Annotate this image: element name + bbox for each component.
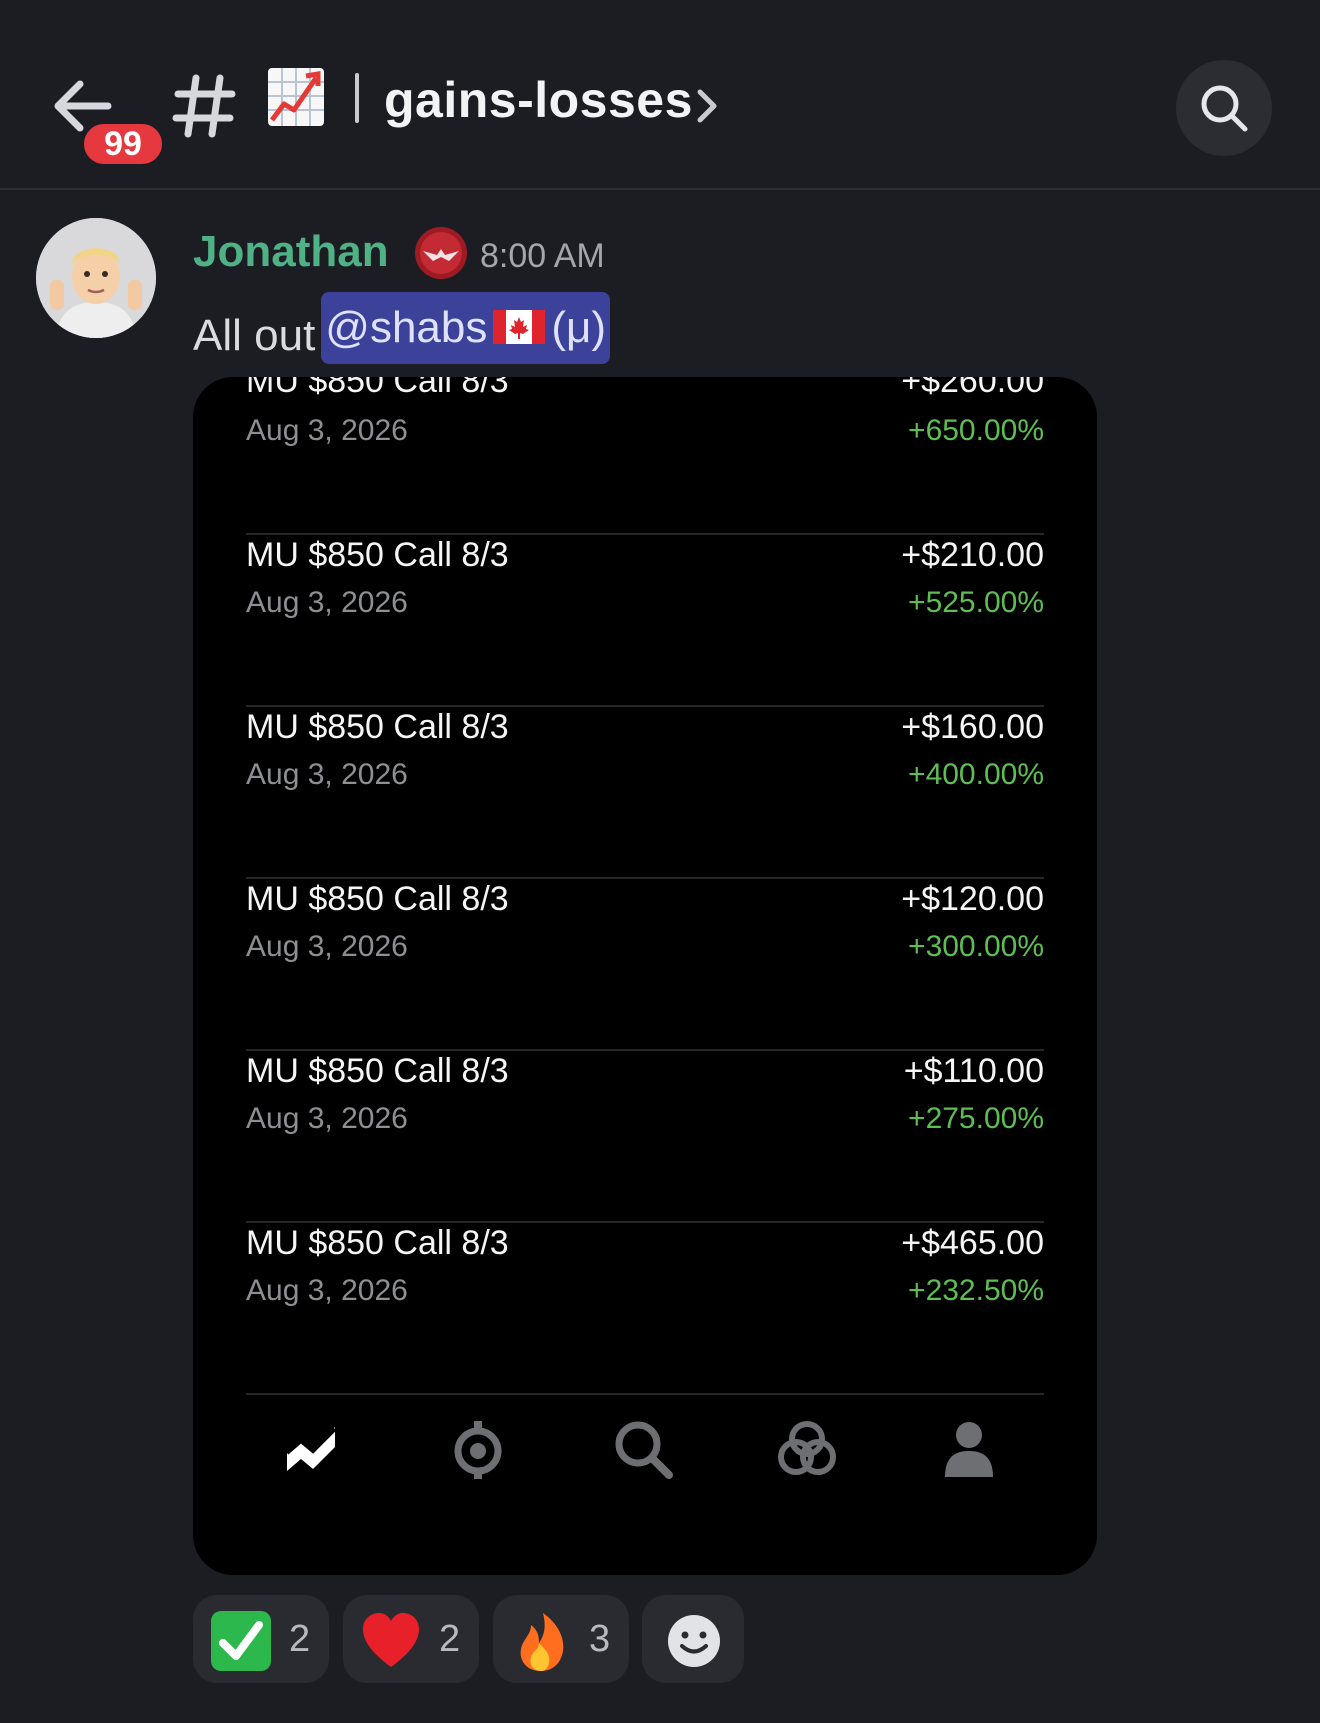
reaction-count: 2	[289, 1618, 311, 1660]
trade-percent: +650.00%	[908, 414, 1044, 447]
message-content: All out @shabs (μ)	[193, 292, 611, 372]
trade-amount: +$210.00	[901, 536, 1044, 574]
chevron-right-icon[interactable]	[694, 86, 720, 126]
trade-name: MU $850 Call 8/3	[246, 1224, 509, 1262]
social-icon	[778, 1421, 836, 1475]
embedded-tab-bar	[193, 1417, 1097, 1517]
reaction-heart[interactable]: 2	[343, 1595, 479, 1683]
add-reaction-button[interactable]	[642, 1595, 744, 1683]
reaction-check[interactable]: 2	[193, 1595, 329, 1683]
trade-name: MU $850 Call 8/3	[246, 880, 509, 918]
trade-date: Aug 3, 2026	[246, 1274, 408, 1307]
trade-row: MU $850 Call 8/3 Aug 3, 2026 +$465.00 +2…	[246, 1223, 1044, 1395]
avatar[interactable]	[36, 218, 156, 338]
trade-row: MU $850 Call 8/3 Aug 3, 2026 +$260.00 +6…	[246, 377, 1044, 535]
trade-row: MU $850 Call 8/3 Aug 3, 2026 +$210.00 +5…	[246, 535, 1044, 707]
author-name[interactable]: Jonathan	[193, 226, 389, 278]
message-timestamp: 8:00 AM	[480, 237, 605, 275]
title-separator	[355, 73, 359, 123]
memoji-avatar-icon	[36, 218, 156, 338]
trade-percent: +525.00%	[908, 586, 1044, 619]
fire-icon	[520, 1613, 564, 1671]
trade-name: MU $850 Call 8/3	[246, 708, 509, 746]
message-text: All out	[193, 311, 316, 360]
reaction-count: 2	[439, 1618, 461, 1660]
trade-row: MU $850 Call 8/3 Aug 3, 2026 +$110.00 +2…	[246, 1051, 1044, 1223]
trade-amount: +$120.00	[901, 880, 1044, 918]
mention-suffix: (μ)	[551, 303, 607, 352]
trade-percent: +300.00%	[908, 930, 1044, 963]
mention-name: @shabs	[325, 303, 488, 352]
trade-row: MU $850 Call 8/3 Aug 3, 2026 +$120.00 +3…	[246, 879, 1044, 1051]
channel-title[interactable]: gains-losses	[384, 70, 693, 130]
role-icon	[415, 227, 467, 279]
canada-flag-icon	[493, 310, 546, 345]
search-icon	[615, 1421, 673, 1479]
trade-percent: +275.00%	[908, 1102, 1044, 1135]
trade-amount: +$160.00	[901, 708, 1044, 746]
attached-image[interactable]: MU $850 Call 8/3 Aug 3, 2026 +$260.00 +6…	[193, 377, 1097, 1575]
trade-date: Aug 3, 2026	[246, 1102, 408, 1135]
trade-name: MU $850 Call 8/3	[246, 536, 509, 574]
reaction-fire[interactable]: 3	[493, 1595, 629, 1683]
channel-header: 99 gains-losses	[0, 0, 1320, 190]
trade-date: Aug 3, 2026	[246, 758, 408, 791]
check-mark-icon	[211, 1611, 271, 1671]
profile-icon	[945, 1422, 993, 1477]
reaction-count: 3	[589, 1618, 611, 1660]
trade-row: MU $850 Call 8/3 Aug 3, 2026 +$160.00 +4…	[246, 707, 1044, 879]
unread-badge: 99	[80, 120, 166, 168]
chart-increasing-icon	[268, 68, 324, 126]
trade-name: MU $850 Call 8/3	[246, 377, 509, 400]
search-button[interactable]	[1176, 60, 1272, 156]
trade-percent: +232.50%	[908, 1274, 1044, 1307]
trade-date: Aug 3, 2026	[246, 930, 408, 963]
trade-amount: +$465.00	[901, 1224, 1044, 1262]
user-mention[interactable]: @shabs (μ)	[321, 292, 611, 364]
trade-name: MU $850 Call 8/3	[246, 1052, 509, 1090]
options-icon	[454, 1421, 502, 1479]
chart-icon	[285, 1427, 337, 1471]
trade-date: Aug 3, 2026	[246, 586, 408, 619]
search-icon	[1201, 85, 1248, 132]
trade-amount: +$110.00	[903, 1052, 1044, 1090]
trade-date: Aug 3, 2026	[246, 414, 408, 447]
smiley-face-icon	[668, 1615, 720, 1667]
trade-amount: +$260.00	[901, 377, 1044, 400]
red-heart-icon	[363, 1613, 419, 1667]
hashtag-icon	[172, 74, 236, 138]
trade-percent: +400.00%	[908, 758, 1044, 791]
